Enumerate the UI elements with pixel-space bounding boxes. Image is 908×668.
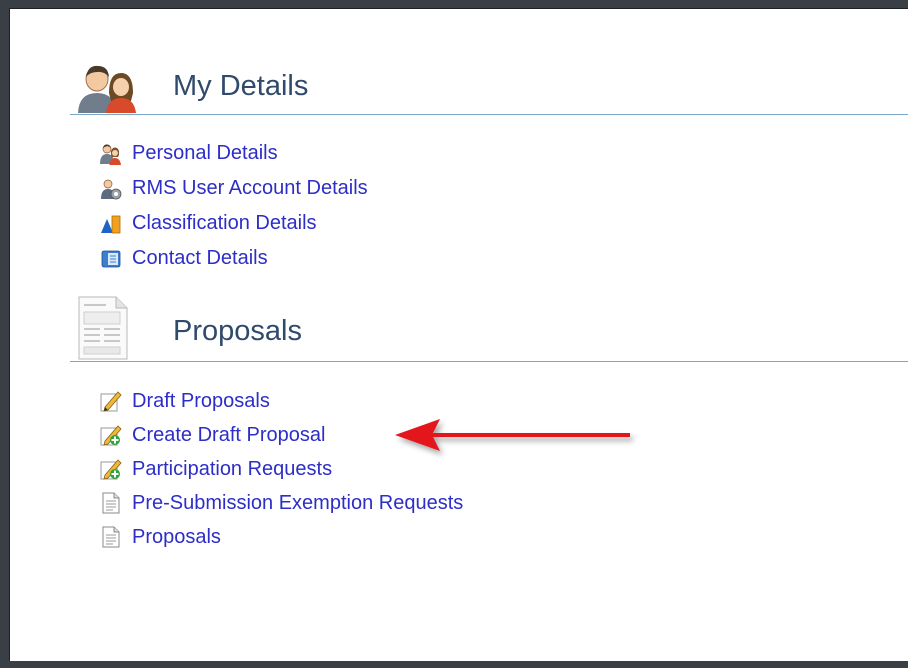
- pencil-document-add-icon: [100, 458, 122, 480]
- proposals-title: Proposals: [173, 315, 302, 347]
- pre-submission-exemption-requests-label[interactable]: Pre-Submission Exemption Requests: [132, 492, 463, 515]
- document-icon: [100, 526, 122, 548]
- proposals-label[interactable]: Proposals: [132, 526, 221, 549]
- proposals-header: Proposals: [10, 289, 908, 369]
- my-details-header: My Details: [10, 9, 908, 119]
- participation-requests-label[interactable]: Participation Requests: [132, 458, 332, 481]
- proposals-document-icon: [78, 296, 128, 360]
- proposals-links: Draft Proposals Create Draft Proposal Pa…: [100, 384, 463, 554]
- create-draft-proposal-label[interactable]: Create Draft Proposal: [132, 424, 325, 447]
- content-panel: My Details Personal Details RMS User Acc…: [9, 8, 908, 661]
- proposals-link[interactable]: Proposals: [100, 520, 463, 554]
- proposals-divider: [70, 361, 908, 362]
- my-details-users-icon: [76, 63, 140, 113]
- draft-proposals-label[interactable]: Draft Proposals: [132, 390, 270, 413]
- classification-details-label[interactable]: Classification Details: [132, 212, 317, 235]
- pre-submission-exemption-requests-link[interactable]: Pre-Submission Exemption Requests: [100, 486, 463, 520]
- users-icon: [100, 143, 122, 165]
- personal-details-label[interactable]: Personal Details: [132, 142, 278, 165]
- personal-details-link[interactable]: Personal Details: [100, 136, 368, 171]
- pencil-document-add-icon: [100, 424, 122, 446]
- rms-user-account-details-link[interactable]: RMS User Account Details: [100, 171, 368, 206]
- my-details-divider: [70, 114, 908, 115]
- phone-book-icon: [100, 248, 122, 270]
- document-icon: [100, 492, 122, 514]
- user-settings-icon: [100, 178, 122, 200]
- shapes-icon: [100, 213, 122, 235]
- my-details-title: My Details: [173, 70, 309, 102]
- my-details-links: Personal Details RMS User Account Detail…: [100, 136, 368, 276]
- contact-details-label[interactable]: Contact Details: [132, 247, 268, 270]
- rms-user-account-details-label[interactable]: RMS User Account Details: [132, 177, 368, 200]
- classification-details-link[interactable]: Classification Details: [100, 206, 368, 241]
- pencil-document-icon: [100, 390, 122, 412]
- contact-details-link[interactable]: Contact Details: [100, 241, 368, 276]
- annotation-arrow-icon: [395, 419, 630, 451]
